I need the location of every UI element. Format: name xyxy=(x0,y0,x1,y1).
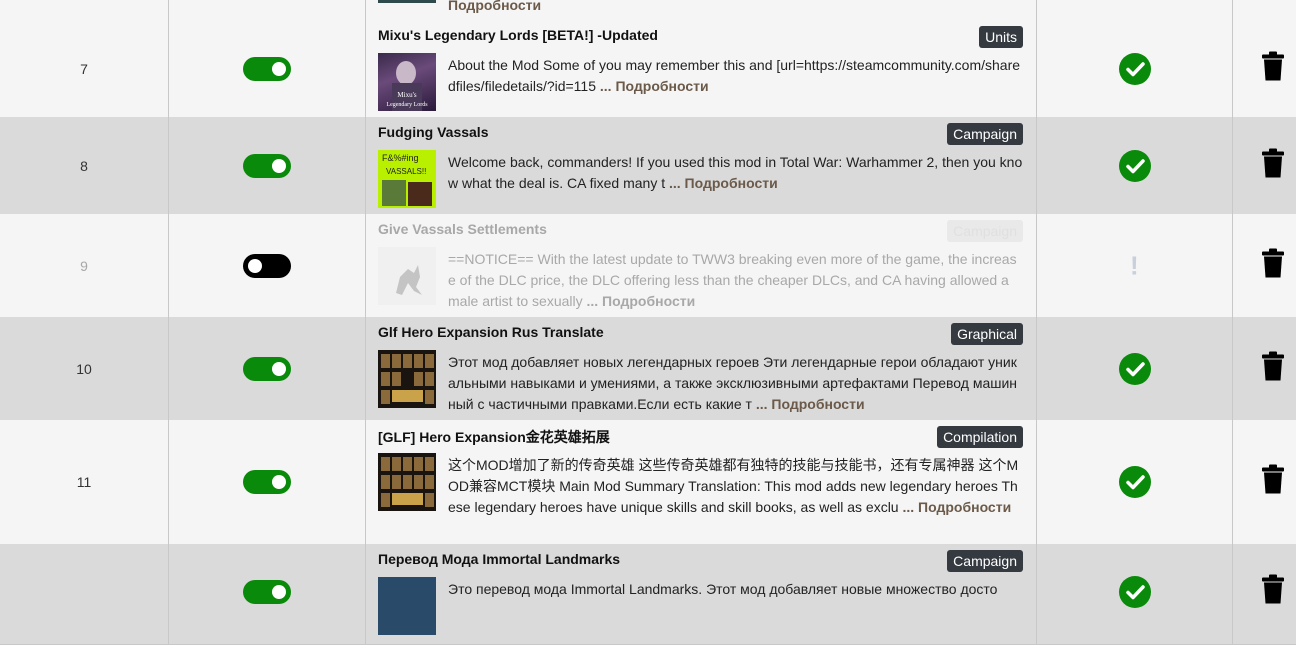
category-badge: Campaign xyxy=(947,123,1023,145)
mod-thumbnail xyxy=(378,577,436,635)
mod-description: Этот мод добавляет новых легендарных гер… xyxy=(448,354,1018,412)
table-row: 9 Give Vassals Settlements Campaign ==NO… xyxy=(0,214,1296,318)
mod-thumbnail: Mixu's Legendary Lords xyxy=(378,53,436,111)
mod-description: Это перевод мода Immortal Landmarks. Это… xyxy=(448,581,998,597)
svg-text:Mixu's: Mixu's xyxy=(397,91,416,99)
trash-icon[interactable] xyxy=(1261,248,1285,283)
table-row: 8 Fudging Vassals Campaign F&%#ing VASSAL… xyxy=(0,117,1296,215)
enable-toggle[interactable] xyxy=(243,253,291,278)
row-number: 11 xyxy=(76,474,92,490)
details-link[interactable]: Подробности xyxy=(448,0,541,13)
details-link[interactable]: ... Подробности xyxy=(587,293,696,309)
details-link[interactable]: ... Подробности xyxy=(600,78,709,94)
row-number: 10 xyxy=(76,360,92,377)
svg-text:F&%#ing: F&%#ing xyxy=(382,153,419,163)
mod-thumbnail xyxy=(378,453,436,511)
mod-title[interactable]: Glf Hero Expansion Rus Translate xyxy=(378,324,604,340)
enable-toggle[interactable] xyxy=(243,356,291,381)
mod-title[interactable]: Перевод Мода Immortal Landmarks xyxy=(378,551,620,567)
enable-toggle[interactable] xyxy=(243,153,291,178)
check-circle-icon xyxy=(1119,576,1151,608)
details-link[interactable]: ... Подробности xyxy=(669,175,778,191)
row-number: 7 xyxy=(80,60,88,77)
mod-description: Welcome back, commanders! If you used th… xyxy=(448,154,1023,191)
row-number: 9 xyxy=(80,257,88,274)
details-link[interactable]: ... Подробности xyxy=(756,396,865,412)
table-row: 11 [GLF] Hero Expansion金花英雄拓展 Compilatio… xyxy=(0,420,1296,545)
enable-toggle[interactable] xyxy=(243,580,291,604)
table-row: Перевод Мода Immortal Landmarks Campaign… xyxy=(0,544,1296,645)
mod-title[interactable]: Give Vassals Settlements xyxy=(378,221,547,237)
mod-thumbnail xyxy=(378,247,436,305)
table-row: 10 Glf Hero Expansion Rus Translate Grap… xyxy=(0,317,1296,421)
check-circle-icon xyxy=(1119,149,1151,182)
svg-text:VASSALS!!: VASSALS!! xyxy=(386,167,426,176)
trash-icon[interactable] xyxy=(1261,51,1285,86)
category-badge: Units xyxy=(979,26,1023,48)
mod-thumbnail: F&%#ing VASSALS!! xyxy=(378,150,436,208)
trash-icon[interactable] xyxy=(1261,574,1285,610)
category-badge: Graphical xyxy=(951,323,1023,345)
trash-icon[interactable] xyxy=(1261,148,1285,183)
table-row: 7 Mixu's Legendary Lords [BETA!] -Update… xyxy=(0,20,1296,118)
mod-title[interactable]: [GLF] Hero Expansion金花英雄拓展 xyxy=(378,427,610,447)
check-circle-icon xyxy=(1119,352,1151,385)
mod-description: About the Mod Some of you may remember t… xyxy=(448,57,1021,94)
trash-icon[interactable] xyxy=(1261,351,1285,386)
enable-toggle[interactable] xyxy=(243,470,291,494)
row-number: 8 xyxy=(80,157,88,174)
category-badge: Campaign xyxy=(947,550,1023,572)
check-circle-icon xyxy=(1119,466,1151,498)
mod-thumbnail xyxy=(378,0,436,3)
trash-icon[interactable] xyxy=(1261,464,1285,500)
category-badge: Compilation xyxy=(937,426,1023,448)
table-row: Подробности xyxy=(0,0,1296,21)
mod-title[interactable]: Fudging Vassals xyxy=(378,124,488,140)
mod-thumbnail xyxy=(378,350,436,408)
svg-text:Legendary Lords: Legendary Lords xyxy=(386,102,428,108)
category-badge: Campaign xyxy=(947,220,1023,242)
exclamation-icon: ! xyxy=(1130,250,1139,280)
check-circle-icon xyxy=(1119,52,1151,85)
enable-toggle[interactable] xyxy=(243,56,291,81)
details-link[interactable]: ... Подробности xyxy=(902,499,1011,515)
mod-description: ==NOTICE== With the latest update to TWW… xyxy=(448,251,1017,309)
mod-description: 这个MOD增加了新的传奇英雄 这些传奇英雄都有独特的技能与技能书，还有专属神器 … xyxy=(448,457,1019,515)
mod-title[interactable]: Mixu's Legendary Lords [BETA!] -Updated xyxy=(378,27,658,43)
